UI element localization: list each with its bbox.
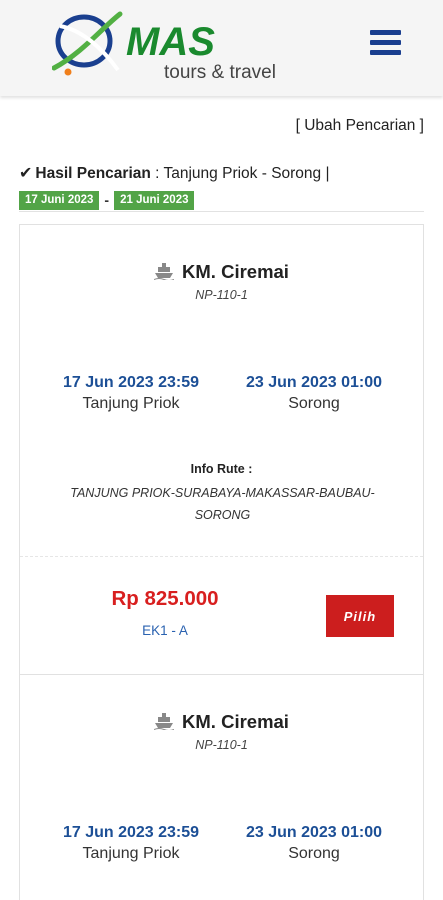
date-range: 17 Juni 2023 - 21 Juni 2023 [19, 190, 195, 210]
date-separator: - [104, 192, 110, 208]
ship-code: NP-110-1 [195, 738, 248, 752]
class-code: EK1 - A [142, 623, 188, 638]
app-header: MAS tours & travel [0, 0, 443, 96]
departure-datetime: 17 Jun 2023 23:59 [62, 374, 200, 391]
arrival: 23 Jun 2023 01:00 Sorong [219, 824, 409, 863]
ship-title: KM. Ciremai [20, 261, 423, 283]
route-label: Info Rute : [190, 462, 253, 476]
departure-port: Tanjung Priok [82, 395, 180, 412]
check-icon: ✔ [19, 165, 33, 182]
arrival-datetime: 23 Jun 2023 01:00 [245, 824, 383, 841]
brand-name: MAS [126, 20, 215, 64]
hamburger-icon [370, 30, 401, 35]
arrival-port: Sorong [288, 845, 340, 862]
ship-name: KM. Ciremai [182, 711, 289, 732]
price: Rp 825.000 [111, 587, 219, 610]
brand-tagline: tours & travel [164, 62, 276, 83]
ship-name: KM. Ciremai [182, 261, 289, 282]
result-card: KM. Ciremai NP-110-1 17 Jun 2023 23:59 T… [19, 224, 424, 676]
arrival: 23 Jun 2023 01:00 Sorong [219, 374, 409, 413]
ship-title: KM. Ciremai [20, 711, 423, 733]
select-button[interactable]: Pilih [326, 595, 394, 637]
date-from-badge: 17 Juni 2023 [19, 190, 100, 210]
result-route: : Tanjung Priok - Sorong | [150, 165, 330, 182]
search-result-summary: ✔ Hasil Pencarian : Tanjung Priok - Soron… [19, 163, 330, 183]
arrival-datetime: 23 Jun 2023 01:00 [245, 374, 383, 391]
ship-icon [154, 263, 175, 280]
mas-logo[interactable]: MAS tours & travel [52, 8, 292, 84]
departure: 17 Jun 2023 23:59 Tanjung Priok [36, 374, 226, 413]
route-text: TANJUNG PRIOK-SURABAYA-MAKASSAR-BAUBAU-S… [70, 486, 375, 522]
arrival-port: Sorong [288, 395, 340, 412]
departure-port: Tanjung Priok [82, 845, 180, 862]
departure-datetime: 17 Jun 2023 23:59 [62, 824, 200, 841]
ship-code: NP-110-1 [195, 288, 248, 302]
departure: 17 Jun 2023 23:59 Tanjung Priok [36, 824, 226, 863]
result-card: KM. Ciremai NP-110-1 17 Jun 2023 23:59 T… [19, 674, 424, 900]
date-to-badge: 21 Juni 2023 [114, 190, 195, 210]
result-prefix: Hasil Pencarian [35, 165, 151, 182]
divider [19, 211, 424, 212]
divider [20, 556, 423, 557]
edit-search-link[interactable]: [ Ubah Pencarian ] [296, 117, 424, 135]
hamburger-menu-button[interactable] [370, 28, 402, 56]
ship-icon [154, 713, 175, 730]
